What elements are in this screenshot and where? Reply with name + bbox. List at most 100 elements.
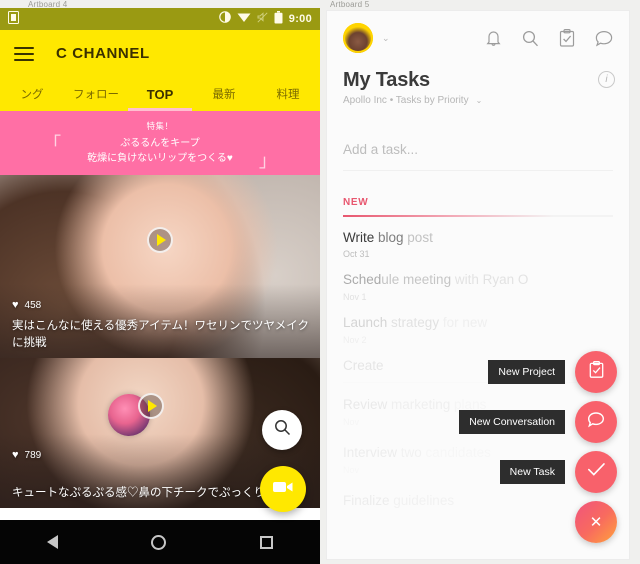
task-name-strong: Sched	[343, 272, 382, 288]
search-fab[interactable]	[262, 410, 302, 450]
app-bar: C CHANNEL	[0, 30, 320, 77]
avatar[interactable]	[343, 23, 373, 53]
check-icon	[587, 462, 606, 482]
tab-cooking[interactable]: 料理	[256, 86, 320, 102]
like-count-value: 458	[24, 299, 42, 311]
page-title: My Tasks	[343, 69, 430, 91]
task-name-dim: for new	[439, 315, 488, 331]
speed-dial-menu: New Project New Conversation New Task ✕	[459, 351, 617, 543]
promo-kicker: 特集！	[146, 121, 174, 131]
heart-icon: ♥	[12, 299, 19, 311]
task-name-mid: marketing	[387, 397, 451, 412]
tab-follow[interactable]: フォロー	[64, 86, 128, 102]
home-icon[interactable]	[151, 534, 167, 550]
clipboard-check-icon[interactable]	[559, 29, 575, 47]
wifi-icon	[237, 11, 251, 27]
promo-banner[interactable]: 特集！ 「 ぷるるんをキープ 乾燥に負けないリップをつくる♥ 」	[0, 111, 320, 175]
status-bar-right: 9:00	[218, 10, 312, 28]
speed-dial-label[interactable]: New Project	[488, 360, 565, 384]
section-divider	[343, 215, 613, 217]
speed-dial-item-new-task[interactable]: New Task	[459, 451, 617, 493]
mute-icon	[257, 11, 268, 27]
play-icon[interactable]	[147, 227, 173, 253]
new-conversation-fab[interactable]	[575, 401, 617, 443]
heart-icon: ♥	[12, 449, 19, 461]
tab-top[interactable]: TOP	[128, 87, 192, 102]
search-icon[interactable]	[522, 30, 539, 47]
task-name-mid: two	[397, 444, 422, 460]
speed-dial-item-new-project[interactable]: New Project	[459, 351, 617, 393]
like-count-value: 789	[24, 449, 42, 461]
screenshot-canvas: Artboard 4 Artboard 5 9:00 C CHANNEL ング …	[0, 0, 640, 564]
chevron-down-icon[interactable]: ⌄	[476, 96, 483, 105]
promo-quote: 「 ぷるるんをキープ 乾燥に負けないリップをつくる♥ 」	[43, 135, 277, 170]
chat-icon[interactable]	[595, 30, 613, 47]
task-date: Oct 31	[343, 249, 370, 260]
clipboard-check-icon	[589, 360, 604, 383]
task-date: Nov 1	[343, 292, 367, 303]
speed-dial-label[interactable]: New Conversation	[459, 410, 565, 434]
search-icon	[274, 419, 291, 441]
task-name-mid: blog	[374, 229, 404, 245]
play-icon[interactable]	[138, 393, 164, 419]
video-card-1[interactable]: ♥ 458 実はこんなに使える優秀アイテム！ワセリンでツヤメイクに挑戦	[0, 175, 320, 358]
close-fab[interactable]: ✕	[575, 501, 617, 543]
task-name-strong: Review	[343, 397, 388, 412]
speed-dial-item-new-conversation[interactable]: New Conversation	[459, 401, 617, 443]
quote-close-mark: 」	[258, 151, 277, 171]
android-nav-bar	[0, 520, 320, 564]
tab-newest[interactable]: 最新	[192, 86, 256, 102]
task-name: Write blog post	[343, 230, 613, 247]
task-name-strong: Finalize	[343, 492, 390, 508]
task-name-strong: Write	[343, 229, 375, 245]
task-name-mid: strategy	[387, 315, 440, 331]
add-task-input[interactable]: Add a task...	[343, 142, 613, 171]
section-header-new: NEW	[343, 197, 613, 217]
speed-dial-label[interactable]: New Task	[499, 460, 565, 484]
app-brand-title: C CHANNEL	[56, 45, 150, 62]
breadcrumb-text: Apollo Inc • Tasks by Priority	[343, 95, 469, 106]
tab-bar: ング フォロー TOP 最新 料理	[0, 77, 320, 111]
section-label: NEW	[343, 197, 369, 208]
task-name-mid: guidelines	[389, 492, 455, 508]
task-name-strong: Launch	[343, 315, 388, 331]
bell-icon[interactable]	[485, 29, 502, 47]
sim-icon	[8, 10, 19, 28]
task-row[interactable]: Schedule meeting with Ryan O Nov 1	[343, 272, 613, 302]
recents-icon[interactable]	[260, 535, 274, 549]
task-row[interactable]: Launch strategy for new Nov 2	[343, 315, 613, 345]
like-count-1: ♥ 458	[12, 299, 41, 311]
hamburger-icon[interactable]	[14, 46, 34, 61]
phone-left: 9:00 C CHANNEL ング フォロー TOP 最新 料理 特集！ 「 ぷ…	[0, 8, 320, 564]
page-header: My Tasks Apollo Inc • Tasks by Priority …	[327, 65, 629, 106]
video-fab[interactable]	[260, 466, 306, 512]
breadcrumb[interactable]: Apollo Inc • Tasks by Priority ⌄	[343, 95, 613, 106]
info-icon[interactable]: i	[598, 71, 615, 88]
video-camera-icon	[273, 480, 293, 499]
tab-ranking[interactable]: ング	[0, 86, 64, 102]
brightness-icon	[218, 11, 231, 27]
status-bar: 9:00	[0, 8, 320, 30]
speed-dial-close-row[interactable]: ✕	[459, 501, 617, 543]
task-name-strong: Create	[343, 358, 384, 374]
new-project-fab[interactable]	[575, 351, 617, 393]
task-name-dim: with Ryan O	[451, 272, 529, 288]
task-row[interactable]: Write blog post Oct 31	[343, 230, 613, 260]
task-name: Schedule meeting with Ryan O	[343, 272, 613, 289]
phone-right: ⌄ My Tasks Apollo Inc • Tasks by Priorit…	[326, 10, 630, 560]
status-bar-clock: 9:00	[288, 13, 312, 25]
close-icon: ✕	[589, 513, 603, 531]
back-icon[interactable]	[46, 535, 58, 549]
top-bar-actions	[485, 29, 613, 47]
task-name: Launch strategy for new	[343, 315, 613, 332]
new-task-fab[interactable]	[575, 451, 617, 493]
task-name-dim: post	[403, 229, 433, 245]
task-name-strong: Interview	[343, 444, 398, 460]
promo-line-2: 乾燥に負けないリップをつくる♥	[87, 152, 233, 164]
top-bar: ⌄	[327, 11, 629, 65]
chevron-down-icon[interactable]: ⌄	[382, 33, 390, 44]
status-bar-left	[8, 10, 219, 28]
video-title-1: 実はこんなに使える優秀アイテム！ワセリンでツヤメイクに挑戦	[12, 319, 310, 349]
task-date: Nov 2	[343, 335, 367, 346]
chat-bubble-icon	[587, 411, 605, 433]
